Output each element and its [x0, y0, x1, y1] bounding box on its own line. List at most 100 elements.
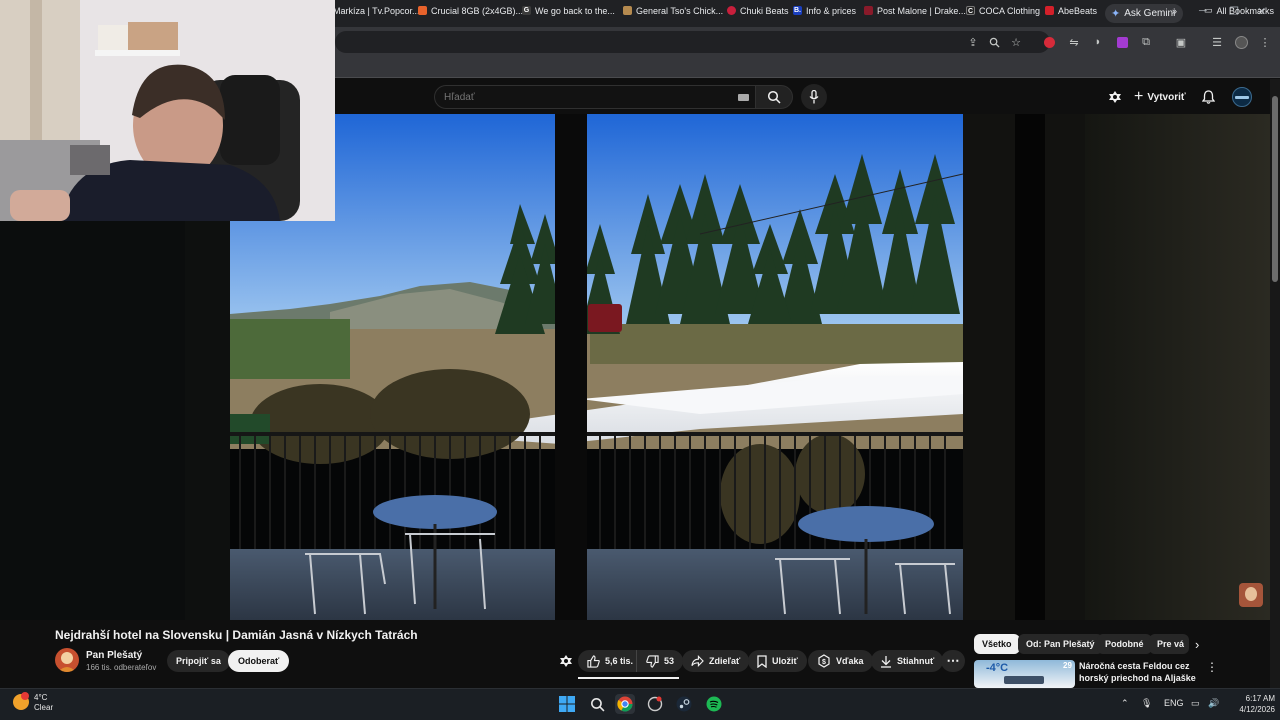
weather-icon[interactable]	[13, 692, 29, 710]
tab-search-icon[interactable]: ☰	[1209, 34, 1225, 50]
app-dial-icon	[647, 696, 663, 712]
gemini-icon: ✦	[1111, 8, 1121, 20]
channel-avatar[interactable]	[55, 648, 79, 672]
account-avatar[interactable]	[1232, 87, 1252, 107]
bookmark-item[interactable]: G We go back to the...	[522, 3, 615, 18]
subscriber-count: 166 tis. odberateľov	[86, 663, 157, 672]
input-language[interactable]: ENG	[1164, 698, 1184, 708]
sidepanel-icon[interactable]: ▣	[1173, 34, 1189, 50]
plus-icon: +	[1134, 88, 1144, 105]
like-count: 5,6 tis.	[605, 656, 634, 666]
chip-from-channel[interactable]: Od: Pan Plešatý	[1018, 634, 1103, 654]
voice-search-button[interactable]	[801, 84, 827, 110]
subscribe-button[interactable]: Odoberať	[228, 650, 290, 672]
bookmark-item[interactable]: AbeBeats	[1045, 3, 1097, 18]
search-box[interactable]	[434, 85, 755, 109]
extension-grey-icon[interactable]: ⇋	[1066, 34, 1082, 50]
taskbar-steam[interactable]	[674, 694, 694, 714]
install-app-icon[interactable]: ⇪	[965, 34, 981, 50]
start-button[interactable]	[557, 694, 577, 714]
dislike-button[interactable]: 53	[636, 650, 684, 672]
windows-logo-icon	[559, 696, 575, 712]
profile-avatar-icon[interactable]	[1233, 34, 1249, 50]
all-bookmarks-button[interactable]: ▭ All Bookmarks	[1204, 3, 1274, 18]
bookmark-label: We go back to the...	[535, 5, 615, 16]
weather-widget[interactable]: 4°C Clear	[34, 693, 53, 713]
bookmark-item[interactable]: General Tso's Chick...	[623, 3, 723, 18]
webcam-shadow	[230, 221, 335, 620]
taskbar-app-2[interactable]	[645, 694, 665, 714]
keyboard-icon[interactable]	[738, 94, 749, 101]
extension-red-icon[interactable]	[1041, 34, 1057, 50]
windows-taskbar	[0, 688, 1280, 720]
ai-summary-icon[interactable]	[559, 654, 573, 668]
webcam-image	[0, 0, 335, 221]
like-button[interactable]: 5,6 tis.	[578, 650, 642, 672]
extension-purple-icon[interactable]	[1114, 34, 1130, 50]
create-button[interactable]: + Vytvoriť	[1134, 87, 1186, 107]
extensions-puzzle-icon[interactable]: ⧉	[1138, 34, 1154, 50]
bookmark-item[interactable]: Crucial 8GB (2x4GB)...	[418, 3, 523, 18]
taskbar-chrome[interactable]	[615, 694, 635, 714]
bookmark-label: Info & prices	[806, 5, 857, 16]
thanks-button[interactable]: $ Vďaka	[808, 650, 873, 672]
bookmark-favicon-icon: G	[522, 6, 531, 15]
thanks-label: Vďaka	[836, 656, 864, 666]
search-input[interactable]	[435, 86, 755, 108]
bookmark-star-icon[interactable]: ☆	[1008, 34, 1024, 50]
bookmark-icon	[757, 654, 767, 668]
recommendation-menu-icon[interactable]: ⋮	[1206, 660, 1218, 674]
volume-icon[interactable]: 🔊	[1208, 698, 1219, 709]
bookmarks-overflow-icon[interactable]: »	[1172, 3, 1177, 18]
notifications-bell-icon[interactable]	[1199, 88, 1217, 106]
bookmark-label: COCA Clothing	[979, 5, 1041, 16]
chip-all[interactable]: Všetko	[974, 634, 1020, 654]
bookmark-item[interactable]: Post Malone | Drake...	[864, 3, 966, 18]
thumbnail-truck-icon	[1004, 676, 1044, 684]
taskbar-spotify[interactable]	[704, 694, 724, 714]
ask-gemini-label: Ask Gemini	[1124, 8, 1176, 19]
like-ratio-bar	[578, 677, 679, 679]
extension-blue-icon[interactable]: ◗	[1090, 34, 1106, 50]
tray-microphone-icon[interactable]: 🎙	[1141, 698, 1152, 709]
chrome-icon	[617, 696, 633, 712]
download-label: Stiahnuť	[897, 656, 935, 666]
kebab-menu-icon[interactable]: ⋮	[1257, 34, 1273, 50]
save-button[interactable]: Uložiť	[748, 650, 807, 672]
avatar-face-icon	[1245, 587, 1257, 601]
dislike-count: 53	[664, 656, 675, 666]
share-button[interactable]: Zdieľať	[682, 650, 750, 672]
tray-overflow-icon[interactable]: ⌃	[1121, 698, 1129, 709]
scrollbar-thumb[interactable]	[1272, 96, 1278, 282]
chip-related[interactable]: Podobné	[1097, 634, 1152, 654]
recommendation-thumbnail[interactable]: -4°C	[974, 660, 1075, 688]
bookmark-label: Chuki Beats	[740, 5, 789, 16]
taskbar-clock[interactable]: 6:17 AM 4/12/2026	[1225, 693, 1275, 715]
channel-name[interactable]: Pan Plešatý	[86, 650, 142, 661]
search-button[interactable]	[755, 85, 793, 109]
video-title: Nejdrahší hotel na Slovensku | Damián Ja…	[55, 628, 418, 642]
zoom-icon[interactable]	[986, 34, 1002, 50]
join-button[interactable]: Pripojiť sa	[167, 650, 230, 672]
bookmark-item[interactable]: Chuki Beats	[727, 3, 789, 18]
bookmark-item[interactable]: B. Info & prices	[793, 3, 856, 18]
bookmark-favicon-icon	[727, 6, 736, 15]
more-actions-button[interactable]: ⋯	[941, 650, 965, 672]
save-label: Uložiť	[772, 656, 798, 666]
bookmark-favicon-icon	[864, 6, 873, 15]
share-label: Zdieľať	[709, 656, 741, 666]
player-corner-avatar[interactable]	[1239, 583, 1263, 607]
chip-for-you[interactable]: Pre vá	[1149, 634, 1189, 654]
video-settings-icon[interactable]	[1106, 88, 1124, 106]
share-icon	[691, 655, 704, 667]
bookmark-item[interactable]: Markíza | Tv.Popcor...	[333, 3, 420, 18]
recommendation-episode-number: 29	[1063, 661, 1072, 670]
network-icon[interactable]: ▭	[1191, 698, 1200, 709]
taskbar-search-button[interactable]	[587, 694, 607, 714]
address-bar[interactable]	[335, 31, 1050, 53]
bookmark-item[interactable]: C COCA Clothing	[966, 3, 1040, 18]
thumbs-up-icon	[587, 654, 600, 668]
chevron-right-icon[interactable]: ›	[1195, 637, 1199, 652]
spotify-icon	[706, 696, 722, 712]
download-button[interactable]: Stiahnuť	[871, 650, 944, 672]
